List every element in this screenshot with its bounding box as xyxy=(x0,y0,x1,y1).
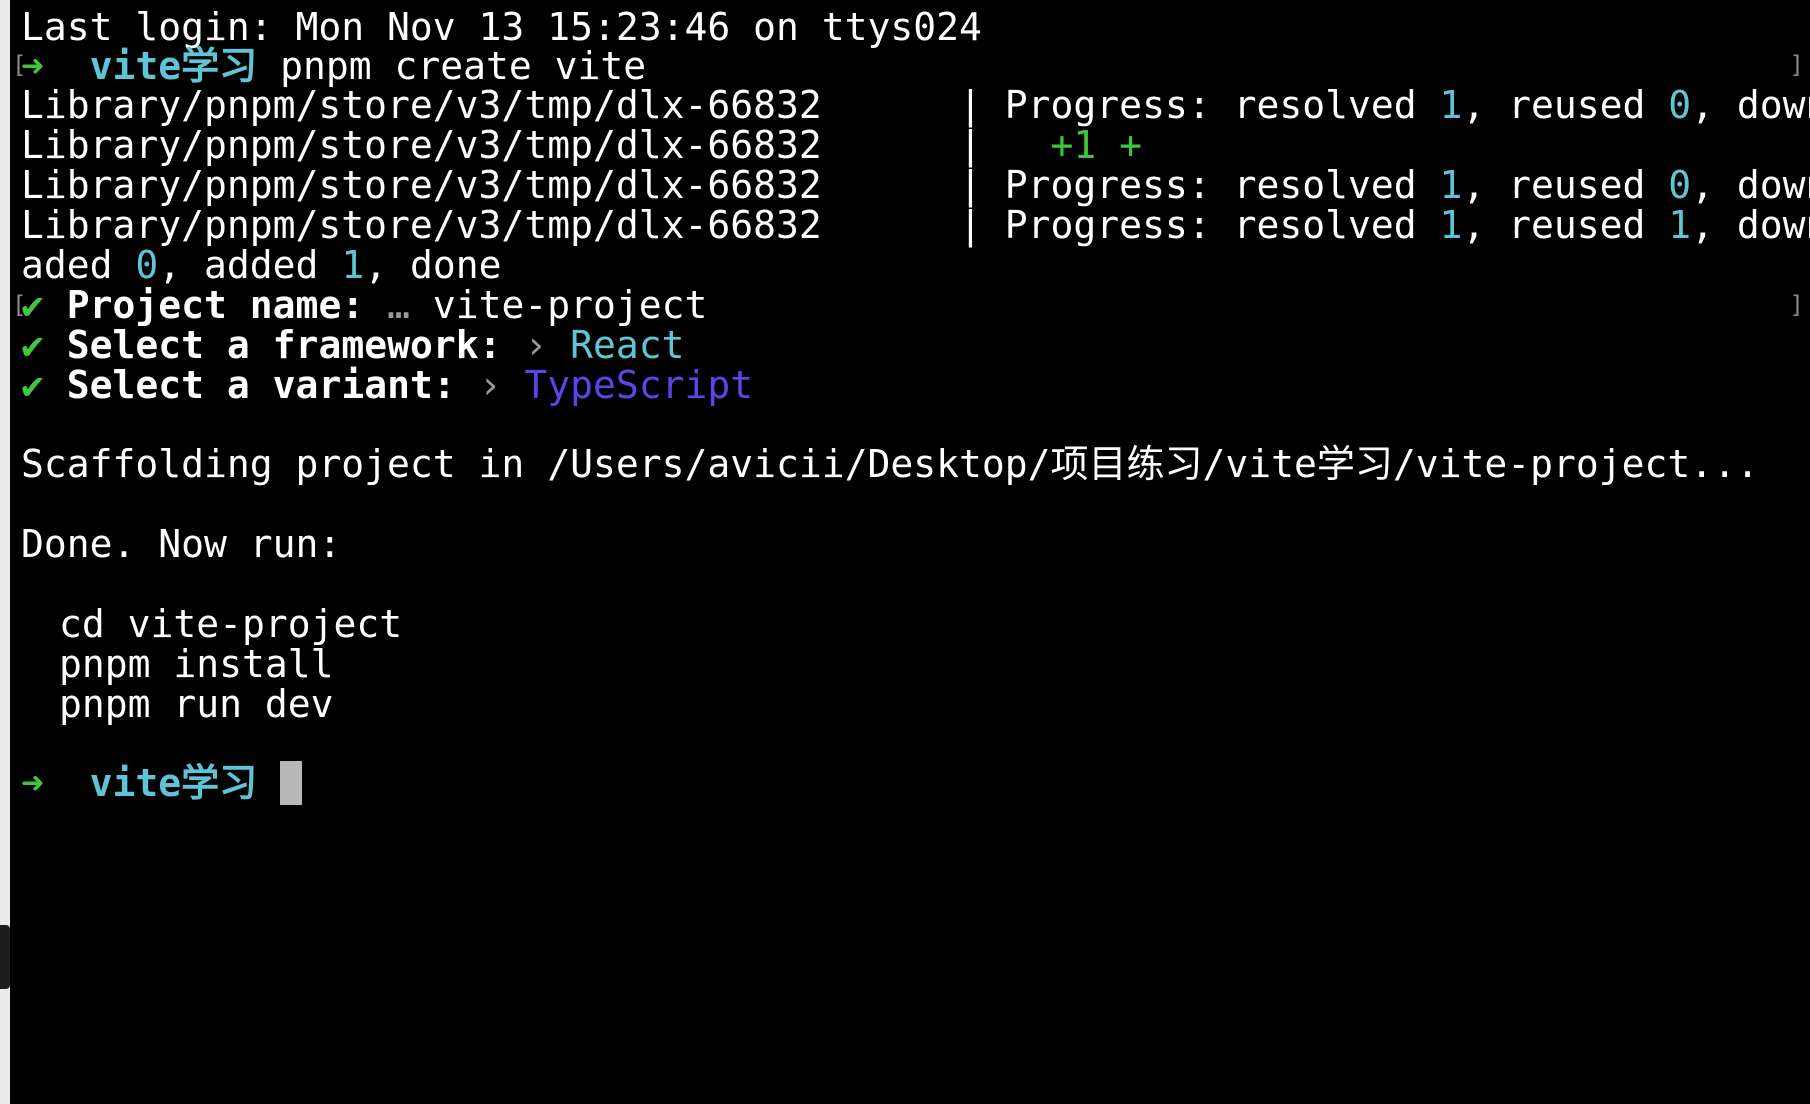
question-variant: ✔ Select a variant: › TypeScript xyxy=(21,362,753,408)
progress-reused-label: , reused xyxy=(1462,83,1669,127)
added-count: 1 xyxy=(341,243,365,287)
progress-download-label: , downlo xyxy=(1691,203,1810,247)
scaffolding-text: Scaffolding project in /Users/avicii/Des… xyxy=(21,442,1759,486)
chevron-right-icon: › xyxy=(478,363,502,407)
scaffolding-line: Scaffolding project in /Users/avicii/Des… xyxy=(21,441,1759,487)
next-step-text: cd vite-project xyxy=(59,602,403,646)
store-path: Library/pnpm/store/v3/tmp/dlx-66832 xyxy=(21,83,822,127)
downloaded-label: aded xyxy=(21,243,136,287)
question-label: Select a variant: xyxy=(66,363,456,407)
ellipsis-icon: … xyxy=(387,283,410,327)
added-label: , added xyxy=(158,243,342,287)
progress-label: Progress: resolved xyxy=(1004,163,1440,207)
done-line: Done. Now run: xyxy=(21,521,341,567)
resolved-count: 1 xyxy=(1439,163,1463,207)
prompt-arrow-icon: ➜ xyxy=(21,761,44,805)
variant-answer: TypeScript xyxy=(524,363,754,407)
progress-download-label: , downlo xyxy=(1691,83,1810,127)
terminal-output[interactable]: Last login: Mon Nov 13 15:23:46 on ttys0… xyxy=(10,0,1810,1104)
progress-label: Progress: resolved xyxy=(1004,83,1440,127)
mark-bracket-right: ] xyxy=(1789,291,1804,319)
reused-count: 1 xyxy=(1668,203,1692,247)
resolved-count: 1 xyxy=(1439,203,1463,247)
next-step-dev: pnpm run dev xyxy=(59,681,334,727)
next-step-text: pnpm run dev xyxy=(59,682,334,726)
progress-separator: | xyxy=(959,83,982,127)
progress-label: Progress: resolved xyxy=(1004,203,1440,247)
store-path: Library/pnpm/store/v3/tmp/dlx-66832 xyxy=(21,163,822,207)
progress-reused-label: , reused xyxy=(1462,163,1669,207)
progress-separator: | xyxy=(959,203,982,247)
chevron-right-icon: › xyxy=(524,323,548,367)
check-icon: ✔ xyxy=(21,323,44,367)
check-icon: ✔ xyxy=(21,283,44,327)
progress-reused-label: , reused xyxy=(1462,203,1669,247)
question-label: Project name: xyxy=(66,283,365,327)
question-label: Select a framework: xyxy=(66,323,502,367)
store-path: Library/pnpm/store/v3/tmp/dlx-66832 xyxy=(21,203,822,247)
prompt-directory: vite学习 xyxy=(89,761,258,805)
resolved-count: 1 xyxy=(1439,83,1463,127)
framework-answer: React xyxy=(570,323,685,367)
text-cursor[interactable] xyxy=(280,761,303,805)
next-step-text: pnpm install xyxy=(59,642,334,686)
reused-count: 0 xyxy=(1668,83,1692,127)
store-path: Library/pnpm/store/v3/tmp/dlx-66832 xyxy=(21,123,822,167)
reused-count: 0 xyxy=(1668,163,1692,207)
progress-download-label: , downlo xyxy=(1691,163,1810,207)
done-text: Done. Now run: xyxy=(21,522,342,566)
downloaded-count: 0 xyxy=(135,243,159,287)
window-edge-handle xyxy=(0,925,10,989)
progress-separator: | xyxy=(959,163,982,207)
added-packages-text: +1 + xyxy=(1004,123,1143,167)
final-prompt-line[interactable]: ➜ vite学习 xyxy=(21,760,303,806)
progress-separator: | xyxy=(959,123,982,167)
check-icon: ✔ xyxy=(21,363,44,407)
done-label: , done xyxy=(364,243,502,287)
project-name-answer: vite-project xyxy=(432,283,708,327)
